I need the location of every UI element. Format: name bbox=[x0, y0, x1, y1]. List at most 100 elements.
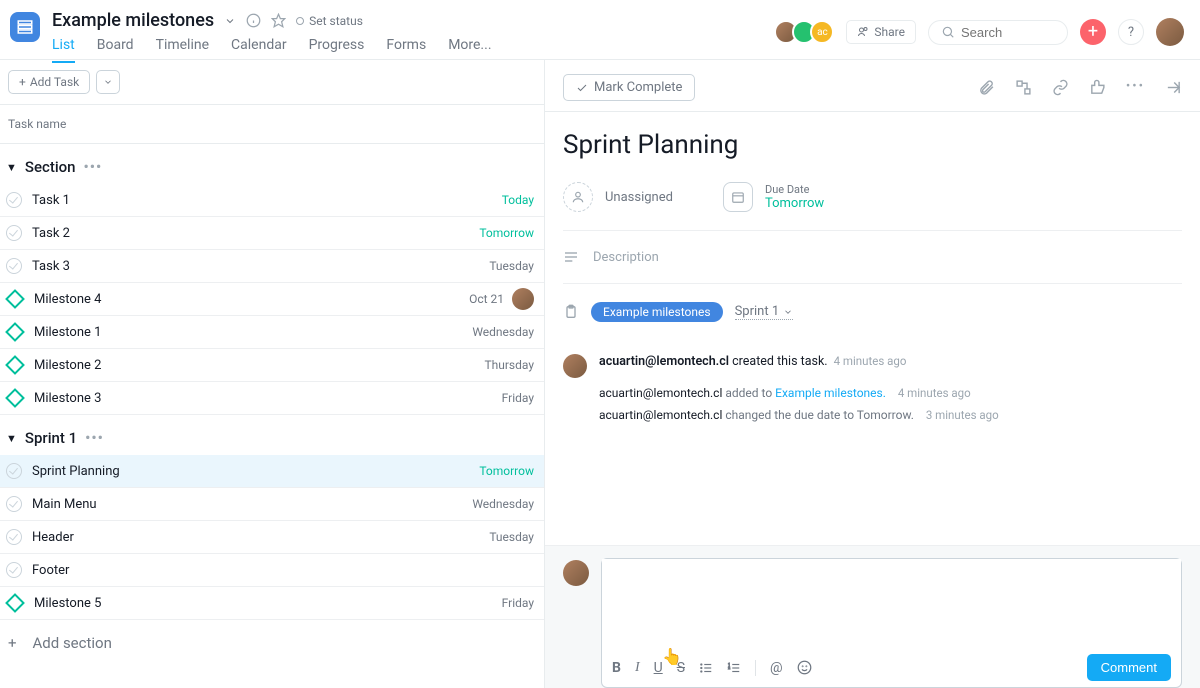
task-row[interactable]: HeaderTuesday bbox=[0, 521, 544, 554]
italic-icon[interactable]: I bbox=[635, 660, 640, 676]
emoji-icon[interactable] bbox=[797, 660, 812, 675]
milestone-icon bbox=[5, 388, 25, 408]
section-more-icon[interactable]: ••• bbox=[84, 158, 103, 176]
comment-composer: B I U S 12 @ Comment bbox=[545, 545, 1200, 688]
underline-icon[interactable]: U bbox=[654, 660, 663, 676]
task-row[interactable]: Task 3Tuesday bbox=[0, 250, 544, 283]
task-name: Footer bbox=[32, 563, 534, 578]
set-status-button[interactable]: Set status bbox=[296, 14, 363, 28]
search-input[interactable] bbox=[961, 25, 1051, 40]
text-icon bbox=[563, 249, 579, 265]
profile-avatar[interactable] bbox=[1156, 18, 1184, 46]
task-date: Tuesday bbox=[489, 259, 534, 273]
task-name: Milestone 5 bbox=[34, 596, 502, 611]
task-name: Main Menu bbox=[32, 497, 472, 512]
check-circle-icon[interactable] bbox=[6, 529, 22, 545]
milestone-row[interactable]: Milestone 5Friday bbox=[0, 587, 544, 620]
task-date: Tuesday bbox=[489, 530, 534, 544]
add-task-menu-button[interactable] bbox=[96, 70, 120, 94]
mention-icon[interactable]: @ bbox=[770, 660, 783, 676]
check-circle-icon[interactable] bbox=[6, 562, 22, 578]
check-circle-icon[interactable] bbox=[6, 496, 22, 512]
avatar bbox=[563, 354, 587, 378]
star-icon[interactable] bbox=[271, 13, 286, 28]
check-circle-icon[interactable] bbox=[6, 258, 22, 274]
share-button[interactable]: Share bbox=[846, 20, 916, 44]
top-bar: Example milestones Set status ListBoardT… bbox=[0, 0, 1200, 60]
task-date: Wednesday bbox=[472, 497, 534, 511]
check-circle-icon[interactable] bbox=[6, 225, 22, 241]
task-row[interactable]: Task 2Tomorrow bbox=[0, 217, 544, 250]
task-date: Friday bbox=[502, 596, 534, 610]
section-header[interactable]: ▼Sprint 1••• bbox=[0, 415, 544, 455]
bullet-list-icon[interactable] bbox=[699, 661, 713, 675]
task-date: Wednesday bbox=[472, 325, 534, 339]
task-name: Header bbox=[32, 530, 489, 545]
task-name: Task 2 bbox=[32, 226, 479, 241]
topbar-right: ac Share + ? bbox=[780, 18, 1184, 46]
assignee-field[interactable]: Unassigned bbox=[563, 182, 673, 212]
milestone-icon bbox=[5, 355, 25, 375]
calendar-icon bbox=[723, 182, 753, 212]
column-header: Task name bbox=[0, 105, 544, 144]
add-section-button[interactable]: +Add section bbox=[0, 620, 544, 666]
quick-add-button[interactable]: + bbox=[1080, 19, 1106, 45]
mark-complete-button[interactable]: Mark Complete bbox=[563, 74, 695, 101]
check-circle-icon[interactable] bbox=[6, 463, 22, 479]
task-name: Sprint Planning bbox=[32, 464, 479, 479]
svg-text:2: 2 bbox=[728, 666, 730, 670]
close-panel-icon[interactable] bbox=[1165, 79, 1182, 96]
milestone-row[interactable]: Milestone 3Friday bbox=[0, 382, 544, 415]
avatar bbox=[563, 560, 589, 586]
task-row[interactable]: Sprint PlanningTomorrow bbox=[0, 455, 544, 488]
milestone-row[interactable]: Milestone 1Wednesday bbox=[0, 316, 544, 349]
member-avatars[interactable]: ac bbox=[780, 20, 834, 44]
task-row[interactable]: Footer bbox=[0, 554, 544, 587]
activity-feed: acuartin@lemontech.cl created this task.… bbox=[563, 348, 1182, 428]
task-name: Milestone 3 bbox=[34, 391, 502, 406]
chevron-down-icon[interactable] bbox=[224, 15, 236, 27]
info-icon[interactable] bbox=[246, 13, 261, 28]
add-task-button[interactable]: + Add Task bbox=[8, 70, 90, 94]
task-title[interactable]: Sprint Planning bbox=[563, 130, 1182, 160]
bold-icon[interactable]: B bbox=[612, 660, 621, 676]
subtask-icon[interactable] bbox=[1015, 79, 1032, 96]
attachment-icon[interactable] bbox=[978, 79, 995, 96]
comment-input[interactable] bbox=[602, 559, 1181, 648]
task-row[interactable]: Main MenuWednesday bbox=[0, 488, 544, 521]
task-date: Friday bbox=[502, 391, 534, 405]
assignee-avatar[interactable] bbox=[512, 288, 534, 310]
task-list-pane: + Add Task Task name ▼Section•••Task 1To… bbox=[0, 60, 545, 688]
link-icon[interactable] bbox=[1052, 79, 1069, 96]
section-link[interactable]: Sprint 1 bbox=[735, 304, 794, 320]
activity-event: acuartin@lemontech.cl added to Example m… bbox=[599, 386, 1182, 400]
project-chip[interactable]: Example milestones bbox=[591, 302, 723, 322]
search-box[interactable] bbox=[928, 20, 1068, 45]
strike-icon[interactable]: S bbox=[677, 660, 685, 676]
milestone-row[interactable]: Milestone 2Thursday bbox=[0, 349, 544, 382]
milestone-icon bbox=[5, 322, 25, 342]
check-circle-icon[interactable] bbox=[6, 192, 22, 208]
comment-button[interactable]: Comment bbox=[1087, 654, 1171, 681]
task-detail-pane: Mark Complete ••• Sprint Planning Unassi… bbox=[545, 60, 1200, 688]
clipboard-icon bbox=[563, 304, 579, 320]
section-more-icon[interactable]: ••• bbox=[85, 429, 104, 447]
like-icon[interactable] bbox=[1089, 79, 1106, 96]
person-icon bbox=[563, 182, 593, 212]
project-header: Example milestones Set status ListBoardT… bbox=[52, 8, 780, 63]
task-name: Task 3 bbox=[32, 259, 489, 274]
milestone-row[interactable]: Milestone 4Oct 21 bbox=[0, 283, 544, 316]
help-button[interactable]: ? bbox=[1118, 19, 1144, 45]
description-field[interactable]: Description bbox=[563, 231, 1182, 284]
project-icon bbox=[10, 12, 40, 42]
task-date: Oct 21 bbox=[469, 292, 504, 306]
task-row[interactable]: Task 1Today bbox=[0, 184, 544, 217]
task-date: Today bbox=[502, 193, 534, 207]
number-list-icon[interactable]: 12 bbox=[727, 661, 741, 675]
due-date-field[interactable]: Due DateTomorrow bbox=[723, 182, 824, 212]
task-date: Tomorrow bbox=[479, 226, 534, 240]
more-icon[interactable]: ••• bbox=[1126, 79, 1145, 96]
task-date: Tomorrow bbox=[479, 464, 534, 478]
project-title[interactable]: Example milestones bbox=[52, 10, 214, 31]
section-header[interactable]: ▼Section••• bbox=[0, 144, 544, 184]
